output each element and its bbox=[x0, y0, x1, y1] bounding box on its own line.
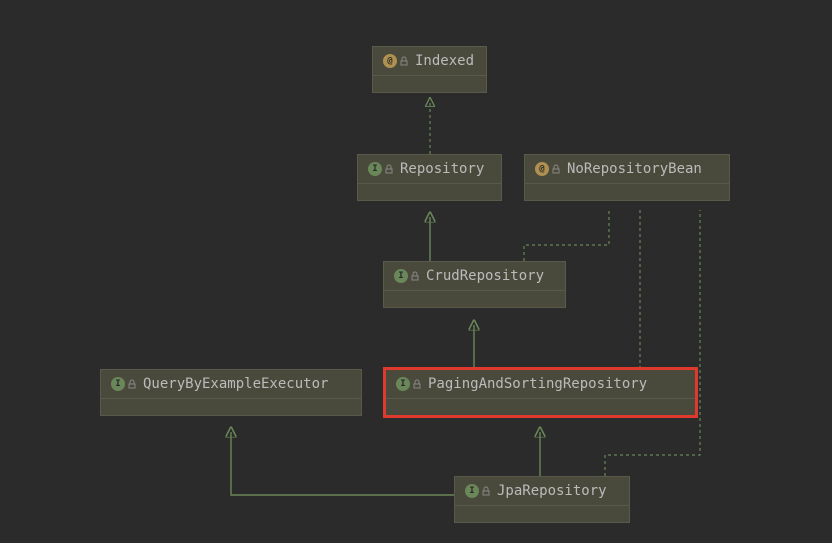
lock-icon bbox=[399, 56, 409, 66]
node-indexed[interactable]: @ Indexed bbox=[372, 46, 487, 93]
annotation-icon: @ bbox=[535, 162, 561, 176]
interface-icon: I bbox=[396, 377, 422, 391]
lock-icon bbox=[551, 164, 561, 174]
lock-icon bbox=[410, 271, 420, 281]
edge-crud-to-norepo bbox=[524, 210, 609, 261]
node-label: QueryByExampleExecutor bbox=[143, 376, 328, 392]
lock-icon bbox=[384, 164, 394, 174]
node-label: Indexed bbox=[415, 53, 474, 69]
interface-icon: I bbox=[394, 269, 420, 283]
edge-jpa-to-norepo bbox=[605, 210, 700, 476]
interface-icon: I bbox=[368, 162, 394, 176]
interface-icon: I bbox=[111, 377, 137, 391]
node-label: CrudRepository bbox=[426, 268, 544, 284]
hierarchy-diagram: @ Indexed I Repository @ bbox=[0, 0, 832, 543]
interface-icon: I bbox=[465, 484, 491, 498]
node-label: JpaRepository bbox=[497, 483, 607, 499]
node-crudrepository[interactable]: I CrudRepository bbox=[383, 261, 566, 308]
lock-icon bbox=[481, 486, 491, 496]
node-norepositorybean[interactable]: @ NoRepositoryBean bbox=[524, 154, 730, 201]
edge-jpa-to-query bbox=[231, 432, 454, 495]
node-label: NoRepositoryBean bbox=[567, 161, 702, 177]
node-pagingandsortingrepository[interactable]: I PagingAndSortingRepository bbox=[385, 369, 696, 416]
node-label: Repository bbox=[400, 161, 484, 177]
node-querybyexampleexecutor[interactable]: I QueryByExampleExecutor bbox=[100, 369, 362, 416]
node-label: PagingAndSortingRepository bbox=[428, 376, 647, 392]
node-repository[interactable]: I Repository bbox=[357, 154, 502, 201]
annotation-icon: @ bbox=[383, 54, 409, 68]
lock-icon bbox=[412, 379, 422, 389]
lock-icon bbox=[127, 379, 137, 389]
node-jparepository[interactable]: I JpaRepository bbox=[454, 476, 630, 523]
